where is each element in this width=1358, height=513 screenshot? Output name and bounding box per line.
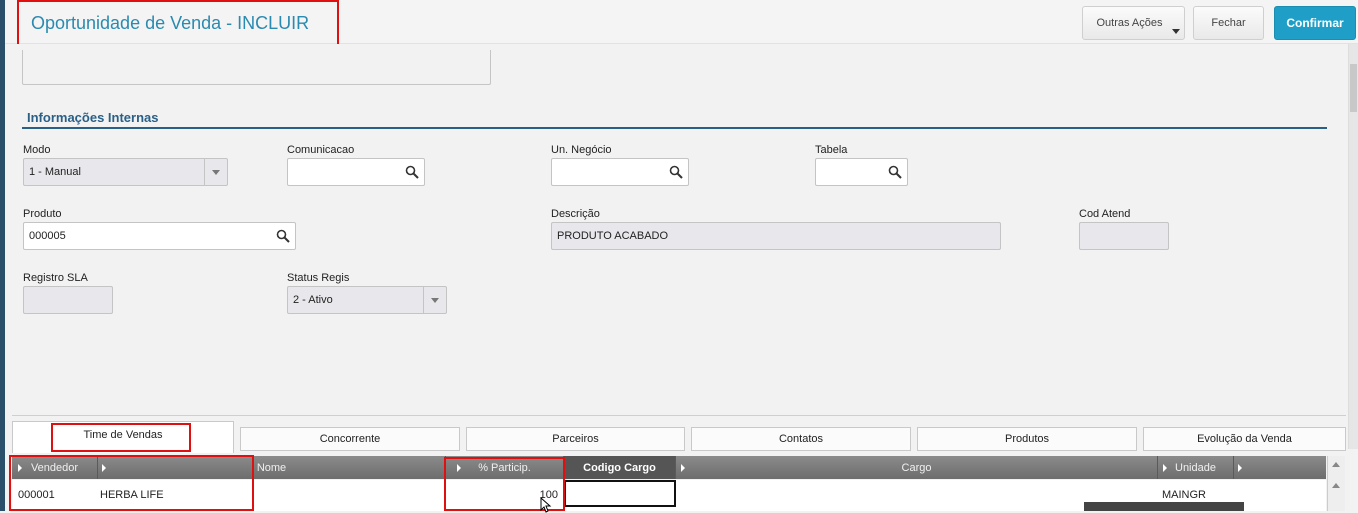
chevron-down-icon (1172, 29, 1180, 34)
confirmar-label: Confirmar (1286, 16, 1344, 30)
form-scrollbar[interactable] (1348, 44, 1358, 449)
tab-produtos[interactable]: Produtos (917, 427, 1137, 451)
sort-arrow-icon (681, 464, 685, 472)
produto-label: Produto (23, 208, 62, 220)
tabela-field[interactable] (815, 158, 908, 186)
col-unidade-label: Unidade (1175, 461, 1216, 474)
magnifier-icon[interactable] (888, 165, 902, 179)
fechar-button[interactable]: Fechar (1193, 6, 1264, 40)
sort-arrow-icon (1163, 464, 1167, 472)
chevron-down-icon[interactable] (204, 159, 227, 185)
scroll-up-icon[interactable] (1332, 483, 1340, 488)
tab-label: Produtos (1004, 433, 1050, 445)
tab-concorrente[interactable]: Concorrente (240, 427, 460, 451)
tabela-label: Tabela (815, 144, 848, 156)
produto-value: 000005 (29, 230, 66, 242)
col-unidade[interactable]: Unidade (1158, 456, 1242, 479)
section-divider (22, 127, 1327, 129)
magnifier-icon[interactable] (276, 229, 290, 243)
status-regis-label: Status Regis (287, 272, 350, 284)
col-cargo-label: Cargo (901, 461, 932, 474)
tab-label: Evolução da Venda (1197, 433, 1292, 445)
registro-sla-label: Registro SLA (23, 272, 88, 284)
vendedor-highlight-box (9, 455, 254, 511)
status-regis-select[interactable]: 2 - Ativo (287, 286, 447, 314)
tab-contatos[interactable]: Contatos (691, 427, 911, 451)
grid-scrollbar[interactable] (1327, 456, 1345, 511)
col-cargo[interactable]: Cargo (676, 456, 1158, 479)
outras-acoes-label: Outras Ações (1096, 17, 1163, 29)
descricao-label: Descrição (551, 208, 600, 220)
status-regis-value: 2 - Ativo (293, 294, 333, 306)
tab-parceiros[interactable]: Parceiros (466, 427, 685, 451)
cod-atend-field (1079, 222, 1169, 250)
produto-field[interactable]: 000005 (23, 222, 296, 250)
comunicacao-field[interactable] (287, 158, 425, 186)
modo-label: Modo (23, 144, 51, 156)
col-codigo-cargo[interactable]: Codigo Cargo (564, 456, 676, 479)
left-edge-bar (0, 0, 5, 511)
modo-value: 1 - Manual (29, 166, 81, 178)
cod-atend-label: Cod Atend (1079, 208, 1131, 220)
outras-acoes-button[interactable]: Outras Ações (1082, 6, 1185, 40)
tab-label: Parceiros (552, 433, 599, 445)
tab-label: Contatos (778, 433, 824, 445)
un-negocio-label: Un. Negócio (551, 144, 612, 156)
descricao-value: PRODUTO ACABADO (557, 230, 669, 242)
sort-arrow-icon (1238, 464, 1242, 472)
chevron-down-icon[interactable] (423, 287, 446, 313)
tab-evolucao-da-venda[interactable]: Evolução da Venda (1143, 427, 1346, 451)
un-negocio-field[interactable] (551, 158, 689, 186)
col-codigo-cargo-label: Codigo Cargo (583, 461, 656, 474)
cell-codigo-cargo[interactable] (564, 480, 676, 507)
confirmar-button[interactable]: Confirmar (1274, 6, 1356, 40)
fechar-label: Fechar (1211, 17, 1246, 29)
descricao-field: PRODUTO ACABADO (551, 222, 1001, 250)
section-title: Informações Internas (27, 110, 159, 125)
col-nome-label: Nome (256, 461, 287, 474)
modo-select[interactable]: 1 - Manual (23, 158, 228, 186)
scroll-up-icon[interactable] (1332, 462, 1340, 467)
form-bottom-divider (12, 415, 1346, 416)
tooltip-popup (1084, 502, 1244, 511)
tab-label: Concorrente (319, 433, 381, 445)
magnifier-icon[interactable] (405, 165, 419, 179)
tab-highlight-box (51, 423, 191, 452)
comunicacao-label: Comunicacao (287, 144, 355, 156)
scrollbar-thumb[interactable] (1350, 64, 1357, 112)
observation-textarea[interactable] (22, 50, 491, 85)
registro-sla-field (23, 286, 113, 314)
magnifier-icon[interactable] (669, 165, 683, 179)
